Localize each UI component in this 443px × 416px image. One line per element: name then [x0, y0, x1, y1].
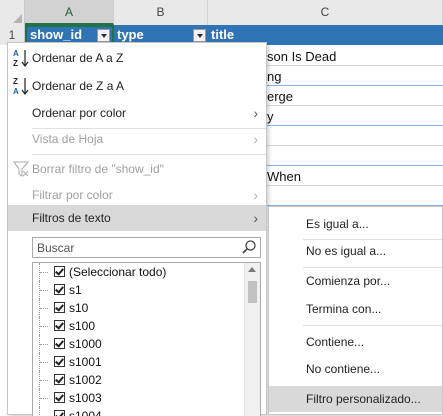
custom-filter-label: Filtro personalizado...	[306, 392, 421, 406]
not-equals-item[interactable]: No es igual a...	[269, 238, 442, 264]
list-item-label: s1003	[69, 391, 102, 405]
select-all-corner[interactable]	[0, 0, 25, 25]
does-not-contain-item[interactable]: No contiene...	[269, 356, 442, 382]
sheet-view-label: Vista de Hoja	[32, 132, 104, 146]
menu-separator	[303, 325, 442, 326]
filter-dropdown-show-id[interactable]	[97, 29, 110, 42]
tree-line	[39, 281, 52, 299]
tree-line	[39, 317, 52, 335]
contains-label: Contiene...	[306, 335, 365, 349]
ends-with-item[interactable]: Termina con...	[269, 296, 442, 322]
chevron-right-icon: ›	[253, 131, 258, 147]
equals-label: Es igual a...	[306, 217, 369, 231]
list-item-label: s100	[69, 319, 96, 333]
search-input[interactable]: Buscar	[32, 237, 261, 258]
list-item-label: s1	[69, 283, 82, 297]
list-item[interactable]: s1	[33, 281, 243, 299]
scrollbar-thumb[interactable]	[248, 281, 257, 303]
list-item[interactable]: (Seleccionar todo)	[33, 263, 243, 281]
list-item[interactable]: s10	[33, 299, 243, 317]
ends-with-label: Termina con...	[306, 302, 382, 316]
sort-desc-icon: Z A	[13, 77, 29, 96]
column-header-c[interactable]: C	[208, 0, 443, 25]
list-scrollbar[interactable]	[244, 263, 260, 416]
does-not-contain-label: No contiene...	[306, 362, 381, 376]
sort-asc-icon: A Z	[13, 49, 29, 68]
clear-filter-label: Borrar filtro de "show_id"	[32, 162, 164, 176]
svg-text:Z: Z	[13, 77, 18, 86]
chevron-right-icon: ›	[253, 105, 258, 121]
autofilter-menu: A Z Ordenar de A a Z Z A Ordenar de Z a …	[7, 42, 267, 416]
list-item-label: s1002	[69, 373, 102, 387]
not-equals-label: No es igual a...	[306, 244, 387, 258]
tree-line	[39, 353, 52, 371]
svg-text:A: A	[13, 49, 19, 58]
chevron-right-icon: ›	[253, 210, 258, 226]
checkbox[interactable]	[54, 356, 65, 367]
table-row-border	[265, 85, 443, 86]
tree-line	[39, 263, 52, 281]
filter-dropdown-type[interactable]	[193, 29, 206, 42]
column-header-b[interactable]: B	[114, 0, 208, 25]
title-cell[interactable]: When	[267, 169, 301, 184]
sort-asc-label: Ordenar de A a Z	[32, 51, 124, 65]
sort-asc-item[interactable]: A Z Ordenar de A a Z	[8, 45, 266, 71]
sort-desc-label: Ordenar de Z a A	[32, 79, 125, 93]
tree-line	[39, 299, 52, 317]
checkbox[interactable]	[54, 392, 65, 403]
list-item[interactable]: s1003	[33, 389, 243, 407]
clear-filter-item: Borrar filtro de "show_id"	[8, 156, 266, 182]
sort-by-color-item[interactable]: Ordenar por color ›	[8, 100, 266, 126]
checkbox[interactable]	[54, 410, 65, 416]
menu-separator	[32, 154, 266, 155]
gridline	[265, 105, 443, 106]
checkbox[interactable]	[54, 320, 65, 331]
list-item[interactable]: s1002	[33, 371, 243, 389]
gridline	[265, 65, 443, 66]
checkbox[interactable]	[54, 284, 65, 295]
sort-by-color-label: Ordenar por color	[32, 106, 127, 120]
list-item[interactable]: s100	[33, 317, 243, 335]
list-item[interactable]: s1000	[33, 335, 243, 353]
list-item[interactable]: s1001	[33, 353, 243, 371]
list-item-label: s1001	[69, 355, 102, 369]
svg-text:Z: Z	[13, 59, 18, 68]
begins-with-label: Comienza por...	[306, 274, 391, 288]
list-item-label: s1000	[69, 337, 102, 351]
checkbox[interactable]	[54, 302, 65, 313]
tree-line	[39, 371, 52, 389]
table-row-border	[265, 125, 443, 126]
title-cell[interactable]: ng	[267, 69, 281, 84]
list-item-label: (Seleccionar todo)	[69, 265, 167, 279]
gridline	[265, 185, 443, 186]
equals-item[interactable]: Es igual a...	[269, 211, 442, 237]
title-cell[interactable]: y	[267, 109, 274, 124]
text-filters-submenu: Es igual a... No es igual a... Comienza …	[268, 206, 443, 415]
text-filters-label: Filtros de texto	[32, 211, 111, 225]
checkbox[interactable]	[54, 266, 65, 277]
title-cell[interactable]: erge	[267, 89, 293, 104]
text-filters-item[interactable]: Filtros de texto ›	[8, 205, 266, 231]
begins-with-item[interactable]: Comienza por...	[269, 268, 442, 294]
clear-filter-icon	[12, 161, 30, 178]
column-header-a[interactable]: A	[25, 0, 114, 25]
gridline	[265, 145, 443, 146]
checkbox[interactable]	[54, 374, 65, 385]
filter-values-list[interactable]: (Seleccionar todo) s1 s10 s100 s1000 s10…	[32, 262, 261, 416]
list-item-label: s10	[69, 301, 89, 315]
sort-desc-item[interactable]: Z A Ordenar de Z a A	[8, 73, 266, 99]
title-cell[interactable]: son Is Dead	[267, 49, 336, 64]
contains-item[interactable]: Contiene...	[269, 329, 442, 355]
scroll-up-arrow-icon[interactable]	[248, 267, 256, 272]
tree-line	[39, 389, 52, 407]
checkbox[interactable]	[54, 338, 65, 349]
svg-text:A: A	[13, 87, 19, 96]
custom-filter-item[interactable]: Filtro personalizado...	[269, 386, 442, 412]
table-row-border	[265, 165, 443, 166]
search-icon	[242, 240, 256, 254]
sheet-view-item: Vista de Hoja ›	[8, 126, 266, 152]
search-placeholder: Buscar	[37, 241, 75, 255]
tree-line	[39, 335, 52, 353]
